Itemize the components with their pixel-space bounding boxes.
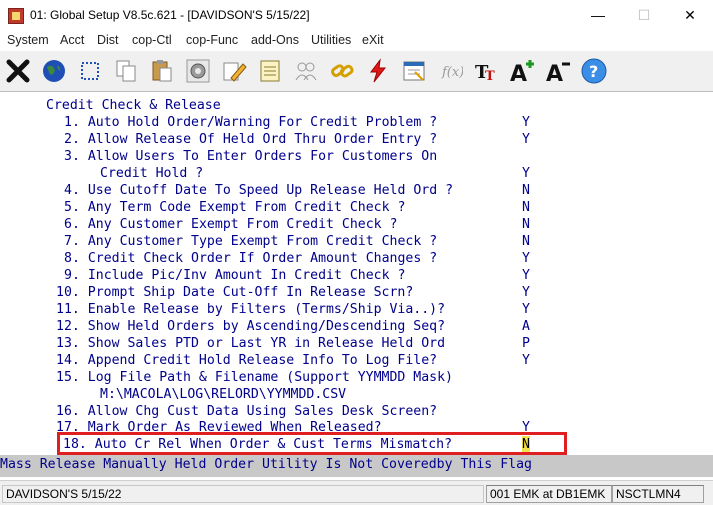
- globe-icon[interactable]: [38, 55, 70, 87]
- item-16-label: 16. Allow Chg Cust Data Using Sales Desk…: [56, 404, 438, 419]
- highlight-box: [57, 432, 567, 455]
- status-company: DAVIDSON'S 5/15/22: [2, 485, 484, 503]
- calendar-icon[interactable]: [398, 55, 430, 87]
- edit-pencil-icon[interactable]: [218, 55, 250, 87]
- svg-text:f(x): f(x): [441, 65, 463, 80]
- svg-text:A: A: [510, 62, 527, 85]
- svg-text:A: A: [546, 62, 563, 85]
- item-10-value[interactable]: Y: [522, 284, 530, 301]
- item-10-label: 10. Prompt Ship Date Cut-Off In Release …: [56, 285, 414, 300]
- item-7-label: 7. Any Customer Type Exempt From Credit …: [64, 234, 438, 249]
- message-bar: Mass Release Manually Held Order Utility…: [0, 455, 713, 477]
- status-bar: DAVIDSON'S 5/15/22 001 EMK at DB1EMK NSC…: [0, 480, 713, 505]
- toolbar: f(x) TT A A ?: [0, 51, 713, 92]
- lightning-icon[interactable]: [362, 55, 394, 87]
- menu-exit[interactable]: eXit: [362, 33, 384, 47]
- help-icon[interactable]: ?: [578, 55, 610, 87]
- item-3-label: 3. Allow Users To Enter Orders For Custo…: [64, 149, 438, 164]
- maximize-button[interactable]: ☐: [621, 0, 667, 30]
- item-15-label: 15. Log File Path & Filename (Support YY…: [56, 370, 454, 385]
- item-12-value[interactable]: A: [522, 318, 530, 335]
- item-8-value[interactable]: Y: [522, 250, 530, 267]
- gear-icon[interactable]: [182, 55, 214, 87]
- item-11-label: 11. Enable Release by Filters (Terms/Shi…: [56, 302, 446, 317]
- function-icon[interactable]: f(x): [434, 55, 466, 87]
- item-11-value[interactable]: Y: [522, 301, 530, 318]
- item-1-label: 1. Auto Hold Order/Warning For Credit Pr…: [64, 115, 438, 130]
- item-15-path-value[interactable]: M:\MACOLA\LOG\RELORD\YYMMDD.CSV: [100, 386, 346, 403]
- menu-system[interactable]: System: [7, 33, 49, 47]
- menu-add-ons[interactable]: add-Ons: [251, 33, 299, 47]
- item-4-label: 4. Use Cutoff Date To Speed Up Release H…: [64, 183, 454, 198]
- close-x-icon[interactable]: [2, 55, 34, 87]
- item-14-label: 14. Append Credit Hold Release Info To L…: [56, 353, 438, 368]
- item-3-label-cont: Credit Hold ?: [100, 166, 204, 181]
- window-title: 01: Global Setup V8.5c.621 - [DAVIDSON'S…: [30, 8, 310, 22]
- item-13-label: 13. Show Sales PTD or Last YR in Release…: [56, 336, 446, 351]
- app-icon: [8, 8, 24, 24]
- item-4-value[interactable]: N: [522, 182, 530, 199]
- font-increase-icon[interactable]: A: [506, 55, 538, 87]
- users-icon[interactable]: [290, 55, 322, 87]
- item-7-value[interactable]: N: [522, 233, 530, 250]
- notepad-icon[interactable]: [254, 55, 286, 87]
- item-5-label: 5. Any Term Code Exempt From Credit Chec…: [64, 200, 406, 215]
- status-user: 001 EMK at DB1EMK: [486, 485, 612, 503]
- title-bar: 01: Global Setup V8.5c.621 - [DAVIDSON'S…: [0, 0, 713, 31]
- item-5-value[interactable]: N: [522, 199, 530, 216]
- menu-acct[interactable]: Acct: [60, 33, 84, 47]
- help-message: Mass Release Manually Held Order Utility…: [0, 457, 532, 472]
- setup-screen: Credit Check & Release 1. Auto Hold Orde…: [0, 92, 713, 454]
- close-button[interactable]: ✕: [667, 0, 713, 30]
- item-6-value[interactable]: N: [522, 216, 530, 233]
- menu-cop-func[interactable]: cop-Func: [186, 33, 238, 47]
- item-9-value[interactable]: Y: [522, 267, 530, 284]
- menu-utilities[interactable]: Utilities: [311, 33, 351, 47]
- item-8-label: 8. Credit Check Order If Order Amount Ch…: [64, 251, 438, 266]
- item-3-value[interactable]: Y: [522, 165, 530, 182]
- menu-bar: System Acct Dist cop-Ctl cop-Func add-On…: [0, 31, 713, 51]
- item-6-label: 6. Any Customer Exempt From Credit Check…: [64, 217, 398, 232]
- link-chain-icon[interactable]: [326, 55, 358, 87]
- item-2-label: 2. Allow Release Of Held Ord Thru Order …: [64, 132, 438, 147]
- item-9-label: 9. Include Pic/Inv Amount In Credit Chec…: [64, 268, 406, 283]
- svg-text:T: T: [485, 69, 495, 84]
- item-13-value[interactable]: P: [522, 335, 530, 352]
- item-12-label: 12. Show Held Orders by Ascending/Descen…: [56, 319, 446, 334]
- item-2-value[interactable]: Y: [522, 131, 530, 148]
- select-box-icon[interactable]: [74, 55, 106, 87]
- screen-heading: Credit Check & Release: [46, 98, 221, 113]
- copy-icon[interactable]: [110, 55, 142, 87]
- menu-dist[interactable]: Dist: [97, 33, 119, 47]
- item-1-value[interactable]: Y: [522, 114, 530, 131]
- menu-cop-ctl[interactable]: cop-Ctl: [132, 33, 172, 47]
- minimize-button[interactable]: —: [575, 0, 621, 30]
- svg-text:?: ?: [589, 62, 598, 81]
- status-machine: NSCTLMN4: [612, 485, 704, 503]
- item-14-value[interactable]: Y: [522, 352, 530, 369]
- text-format-icon[interactable]: TT: [470, 55, 502, 87]
- font-decrease-icon[interactable]: A: [542, 55, 574, 87]
- paste-icon[interactable]: [146, 55, 178, 87]
